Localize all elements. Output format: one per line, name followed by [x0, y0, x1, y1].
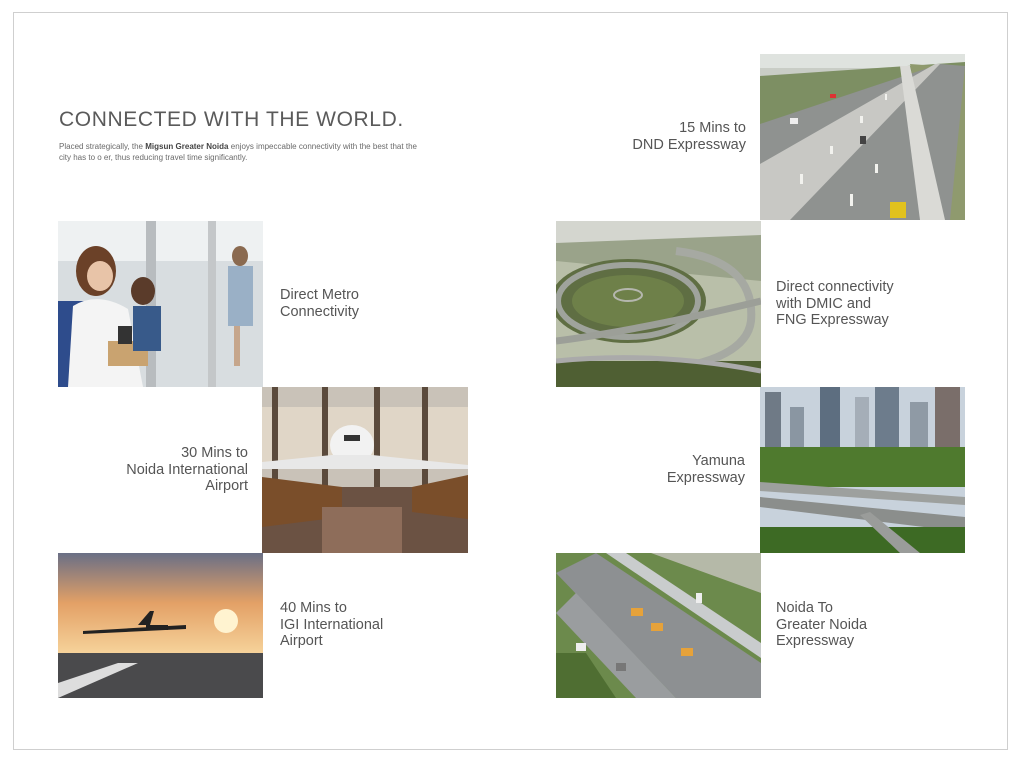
airport-lounge-image [262, 387, 468, 553]
interchange-image [556, 221, 761, 387]
metro-label: Direct Metro Connectivity [280, 287, 359, 320]
dnd-highway-image [760, 54, 965, 220]
plane-sunset-image [58, 553, 263, 698]
city-expressway-image [760, 387, 965, 553]
dmic-fng-label: Direct connectivity with DMIC and FNG Ex… [776, 279, 894, 328]
intro-text-start: Placed strategically, the [59, 142, 146, 151]
brand-name: Migsun Greater Noida [145, 142, 229, 151]
aerial-expressway-image [556, 553, 761, 698]
yamuna-label: Yamuna Expressway [666, 453, 745, 486]
igi-airport-label: 40 Mins to IGI International Airport [280, 600, 384, 649]
page-title: CONNECTED WITH THE WORLD. [59, 108, 404, 131]
dnd-expressway-label: 15 Mins to DND Expressway [632, 120, 746, 153]
noida-airport-label: 30 Mins to Noida International Airport [126, 445, 248, 494]
intro-text: Placed strategically, the Migsun Greater… [59, 142, 417, 163]
noida-greater-noida-label: Noida To Greater Noida Expressway [776, 600, 868, 649]
metro-passenger-image [58, 221, 263, 387]
